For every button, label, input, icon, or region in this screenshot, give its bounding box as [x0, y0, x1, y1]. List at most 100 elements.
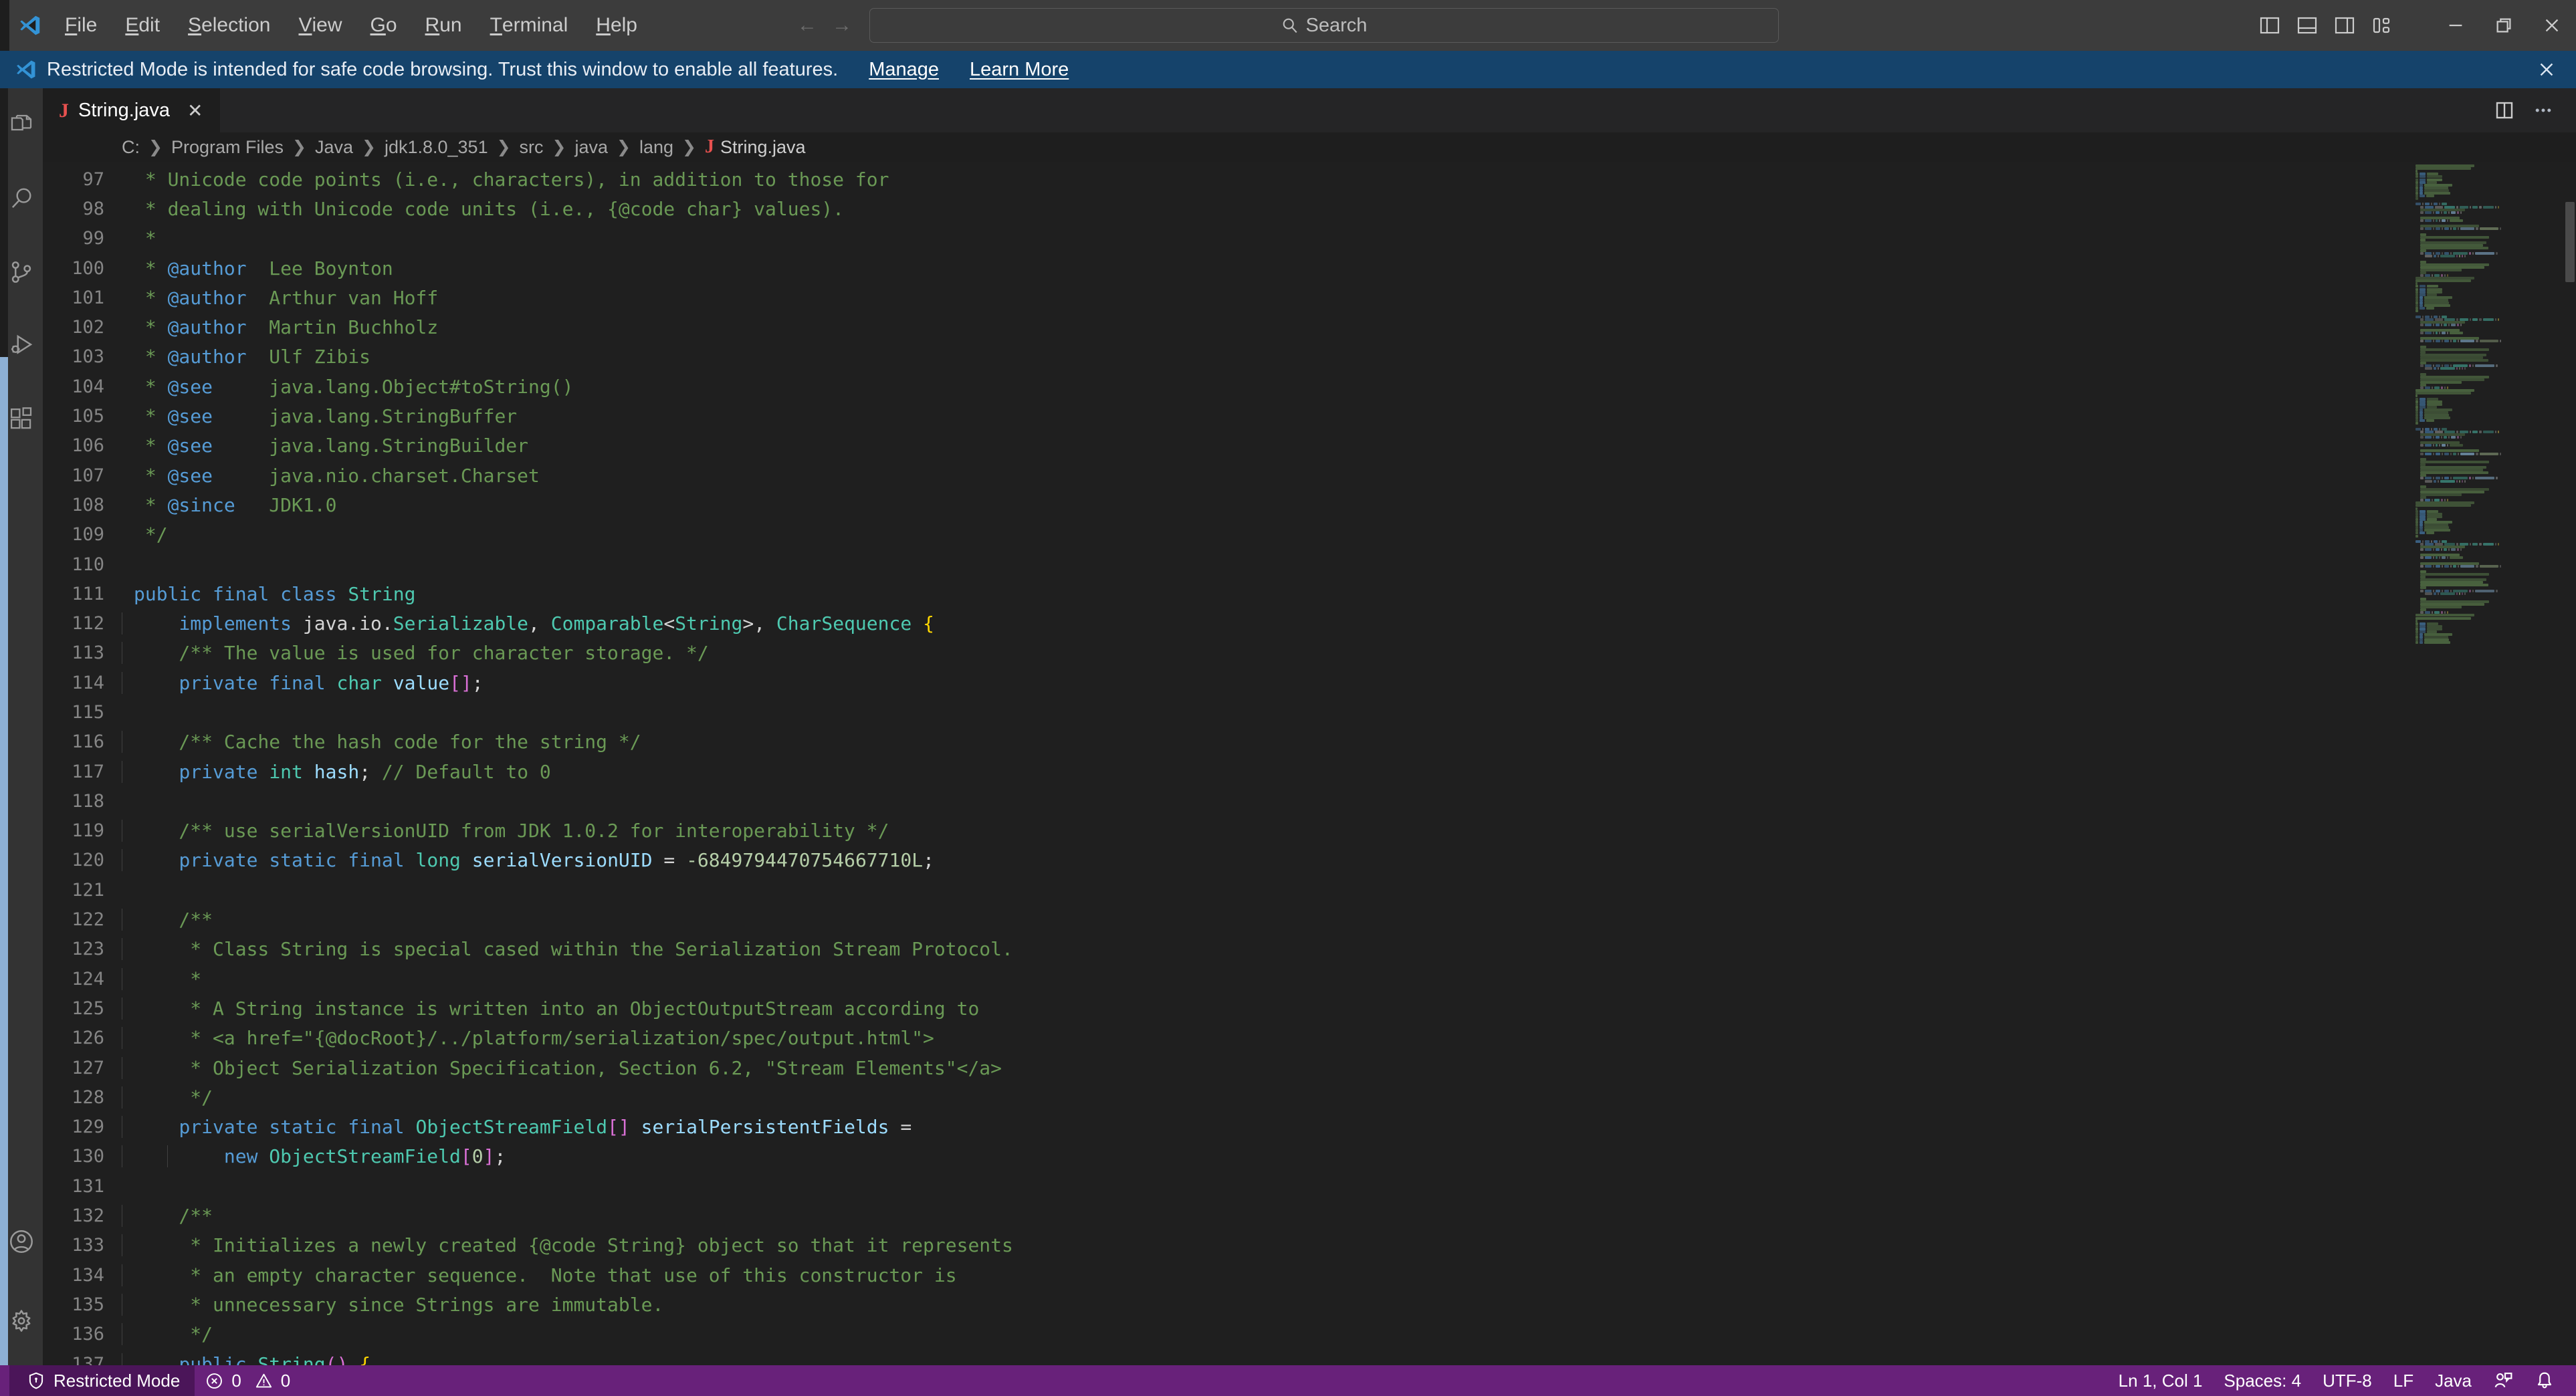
code-line[interactable]: 124 *	[43, 964, 2411, 994]
menu-terminal[interactable]: Terminal	[476, 0, 582, 51]
status-editor-indentation[interactable]: Spaces: 4	[2213, 1365, 2312, 1396]
code-line[interactable]: 132 /**	[43, 1201, 2411, 1230]
status-editor-position[interactable]: Ln 1, Col 1	[2108, 1365, 2214, 1396]
code-line-content[interactable]: * @author Ulf Zibis	[122, 346, 2411, 368]
settings-button[interactable]	[0, 1278, 43, 1365]
code-line-content[interactable]: * @see java.lang.StringBuilder	[122, 435, 2411, 457]
code-line-content[interactable]: public String() {	[122, 1353, 2411, 1365]
code-line[interactable]: 136 */	[43, 1320, 2411, 1349]
code-line-content[interactable]: implements java.io.Serializable, Compara…	[122, 612, 2411, 635]
menu-help[interactable]: Help	[582, 0, 651, 51]
code-line-content[interactable]: * @see java.lang.Object#toString()	[122, 376, 2411, 398]
code-line[interactable]: 108 * @since JDK1.0	[43, 490, 2411, 519]
code-line[interactable]: 120 private static final long serialVers…	[43, 846, 2411, 875]
code-line[interactable]: 113 /** The value is used for character …	[43, 638, 2411, 668]
code-line[interactable]: 104 * @see java.lang.Object#toString()	[43, 372, 2411, 401]
code-line[interactable]: 105 * @see java.lang.StringBuffer	[43, 401, 2411, 431]
code-line-content[interactable]: * @author Arthur van Hoff	[122, 287, 2411, 309]
status-problems[interactable]: 0 0	[195, 1365, 301, 1396]
status-editor-encoding[interactable]: UTF-8	[2312, 1365, 2383, 1396]
code-line-content[interactable]: public final class String	[122, 583, 2411, 605]
code-viewport[interactable]: 97 * Unicode code points (i.e., characte…	[43, 162, 2411, 1365]
code-line[interactable]: 115	[43, 697, 2411, 727]
toggle-secondary-sidebar-button[interactable]	[2326, 0, 2363, 51]
code-line[interactable]: 127 * Object Serialization Specification…	[43, 1053, 2411, 1082]
code-line-content[interactable]: * @see java.lang.StringBuffer	[122, 405, 2411, 427]
code-line-content[interactable]: /**	[122, 909, 2411, 931]
code-line-content[interactable]: * @author Lee Boynton	[122, 257, 2411, 279]
code-line-content[interactable]: * dealing with Unicode code units (i.e.,…	[122, 198, 2411, 220]
menu-view[interactable]: View	[284, 0, 356, 51]
code-line-content[interactable]: private static final long serialVersionU…	[122, 849, 2411, 872]
status-editor-language[interactable]: Java	[2424, 1365, 2482, 1396]
sidebar-item-extensions[interactable]	[0, 382, 43, 456]
code-line-content[interactable]: * A String instance is written into an O…	[122, 997, 2411, 1020]
code-line[interactable]: 123 * Class String is special cased with…	[43, 935, 2411, 964]
code-line-content[interactable]: * @since JDK1.0	[122, 494, 2411, 516]
status-restricted-mode[interactable]: Restricted Mode	[9, 1365, 195, 1396]
toggle-primary-sidebar-button[interactable]	[2251, 0, 2288, 51]
banner-close-button[interactable]	[2529, 51, 2564, 88]
breadcrumb-segment-2[interactable]: Java	[315, 137, 353, 158]
code-line[interactable]: 98 * dealing with Unicode code units (i.…	[43, 194, 2411, 223]
code-line[interactable]: 121	[43, 875, 2411, 905]
sidebar-item-run-debug[interactable]	[0, 309, 43, 382]
split-editor-right-button[interactable]	[2485, 88, 2524, 132]
code-line-content[interactable]: * @see java.nio.charset.Charset	[122, 465, 2411, 487]
tab-string-java[interactable]: J String.java ✕	[43, 88, 221, 132]
breadcrumb-segment-5[interactable]: java	[575, 137, 609, 158]
code-line[interactable]: 100 * @author Lee Boynton	[43, 253, 2411, 283]
code-line[interactable]: 103 * @author Ulf Zibis	[43, 342, 2411, 372]
code-line[interactable]: 135 * unnecessary since Strings are immu…	[43, 1290, 2411, 1319]
code-line[interactable]: 107 * @see java.nio.charset.Charset	[43, 461, 2411, 490]
code-line-content[interactable]: private final char value[];	[122, 671, 2411, 694]
code-line-content[interactable]: new ObjectStreamField[0];	[122, 1145, 2411, 1168]
code-line-content[interactable]: /** use serialVersionUID from JDK 1.0.2 …	[122, 820, 2411, 842]
status-notifications[interactable]	[2524, 1365, 2565, 1396]
code-line[interactable]: 102 * @author Martin Buchholz	[43, 312, 2411, 342]
status-live-share[interactable]	[2482, 1365, 2524, 1396]
code-line-content[interactable]: * @author Martin Buchholz	[122, 316, 2411, 338]
code-line[interactable]: 126 * <a href="{@docRoot}/../platform/se…	[43, 1024, 2411, 1053]
code-line[interactable]: 97 * Unicode code points (i.e., characte…	[43, 164, 2411, 194]
code-line[interactable]: 133 * Initializes a newly created {@code…	[43, 1231, 2411, 1260]
code-line[interactable]: 129 private static final ObjectStreamFie…	[43, 1113, 2411, 1142]
breadcrumb-file[interactable]: String.java	[720, 137, 806, 158]
menu-edit[interactable]: Edit	[111, 0, 174, 51]
code-line[interactable]: 118	[43, 786, 2411, 816]
close-button[interactable]	[2528, 0, 2576, 51]
code-line[interactable]: 116 /** Cache the hash code for the stri…	[43, 727, 2411, 757]
tab-close-icon[interactable]: ✕	[185, 99, 205, 123]
code-line-content[interactable]: /** The value is used for character stor…	[122, 642, 2411, 665]
breadcrumb-segment-6[interactable]: lang	[639, 137, 673, 158]
code-line[interactable]: 134 * an empty character sequence. Note …	[43, 1260, 2411, 1290]
code-line[interactable]: 130 new ObjectStreamField[0];	[43, 1142, 2411, 1171]
sidebar-item-source-control[interactable]	[0, 235, 43, 309]
editor-vertical-scrollbar[interactable]	[2564, 162, 2576, 1365]
arrow-right-icon[interactable]: →	[832, 15, 852, 35]
code-line[interactable]: 137 public String() {	[43, 1349, 2411, 1365]
more-actions-button[interactable]	[2524, 88, 2563, 132]
code-line[interactable]: 125 * A String instance is written into …	[43, 994, 2411, 1023]
menu-file[interactable]: File	[51, 0, 111, 51]
code-line[interactable]: 110	[43, 550, 2411, 579]
banner-manage-link[interactable]: Manage	[869, 59, 939, 81]
restore-button[interactable]	[2480, 0, 2528, 51]
toggle-panel-button[interactable]	[2288, 0, 2326, 51]
code-line-content[interactable]: * <a href="{@docRoot}/../platform/serial…	[122, 1027, 2411, 1050]
code-line[interactable]: 99 *	[43, 224, 2411, 253]
code-line[interactable]: 112 implements java.io.Serializable, Com…	[43, 608, 2411, 638]
code-line-content[interactable]: * Initializes a newly created {@code Str…	[122, 1234, 2411, 1257]
code-line-content[interactable]: * Unicode code points (i.e., characters)…	[122, 168, 2411, 191]
accounts-button[interactable]	[0, 1205, 43, 1278]
code-line[interactable]: 119 /** use serialVersionUID from JDK 1.…	[43, 816, 2411, 846]
breadcrumb-segment-3[interactable]: jdk1.8.0_351	[385, 137, 488, 158]
breadcrumb-segment-1[interactable]: Program Files	[171, 137, 284, 158]
code-line-content[interactable]: *	[122, 967, 2411, 990]
customize-layout-button[interactable]	[2363, 0, 2401, 51]
code-line[interactable]: 122 /**	[43, 905, 2411, 934]
code-line[interactable]: 109 */	[43, 520, 2411, 550]
code-line[interactable]: 128 */	[43, 1082, 2411, 1112]
menu-selection[interactable]: Selection	[174, 0, 284, 51]
breadcrumb-segment-4[interactable]: src	[520, 137, 544, 158]
